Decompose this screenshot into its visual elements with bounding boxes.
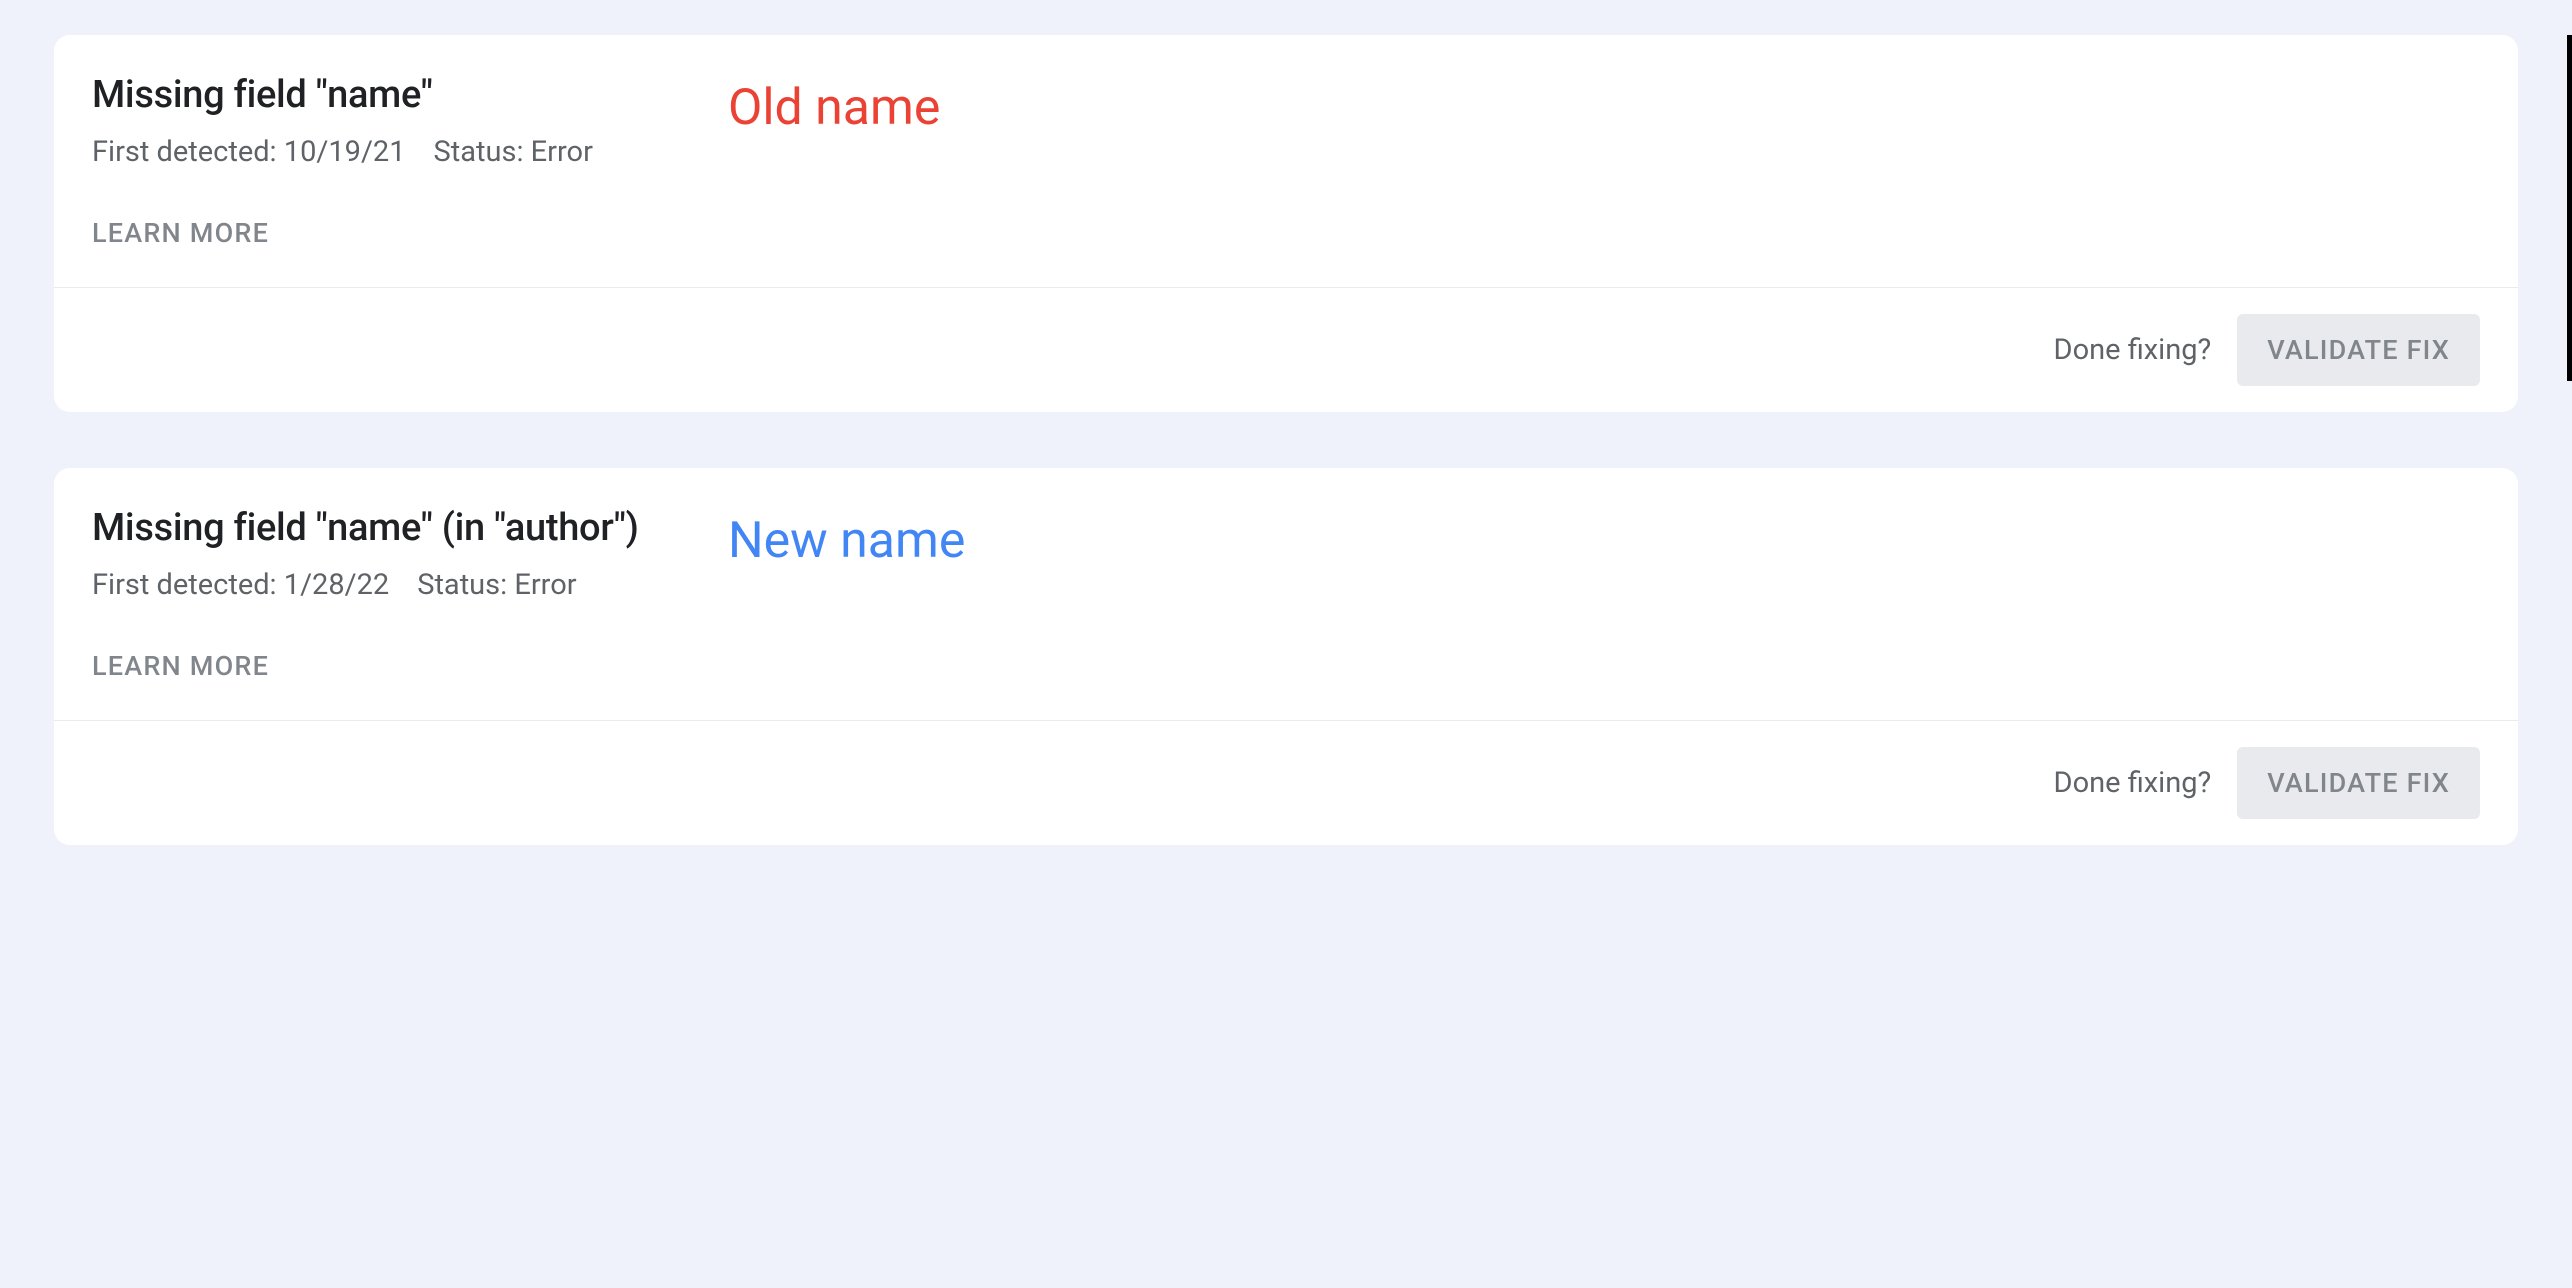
first-detected-label: First detected: [92,135,277,169]
validate-fix-button[interactable]: VALIDATE FIX [2237,314,2480,386]
status-value: Error [514,568,576,602]
issue-title: Missing field "name" [92,73,2480,117]
status-label: Status: [434,135,524,169]
status-label: Status: [417,568,507,602]
annotation-new-name: New name [728,512,965,570]
learn-more-link[interactable]: LEARN MORE [92,217,269,287]
done-fixing-label: Done fixing? [2054,766,2212,800]
issue-card-new: Missing field "name" (in "author") New n… [54,468,2518,845]
card-header: Missing field "name" (in "author") New n… [54,468,2518,720]
learn-more-link[interactable]: LEARN MORE [92,650,269,720]
done-fixing-label: Done fixing? [2054,333,2212,367]
annotation-old-name: Old name [728,79,940,137]
meta-row: First detected: 1/28/22 Status: Error [92,568,2480,602]
card-header: Missing field "name" Old name First dete… [54,35,2518,287]
meta-row: First detected: 10/19/21 Status: Error [92,135,2480,169]
first-detected-date: 10/19/21 [284,135,406,169]
issue-title: Missing field "name" (in "author") [92,506,2480,550]
card-footer: Done fixing? VALIDATE FIX [54,720,2518,845]
issue-card-old: Missing field "name" Old name First dete… [54,35,2518,412]
first-detected: First detected: 10/19/21 [92,135,406,169]
scrollbar-indicator[interactable] [2567,35,2572,381]
card-footer: Done fixing? VALIDATE FIX [54,287,2518,412]
first-detected-date: 1/28/22 [284,568,389,602]
first-detected-label: First detected: [92,568,277,602]
first-detected: First detected: 1/28/22 [92,568,389,602]
status-value: Error [531,135,593,169]
status: Status: Error [434,135,593,169]
validate-fix-button[interactable]: VALIDATE FIX [2237,747,2480,819]
status: Status: Error [417,568,576,602]
